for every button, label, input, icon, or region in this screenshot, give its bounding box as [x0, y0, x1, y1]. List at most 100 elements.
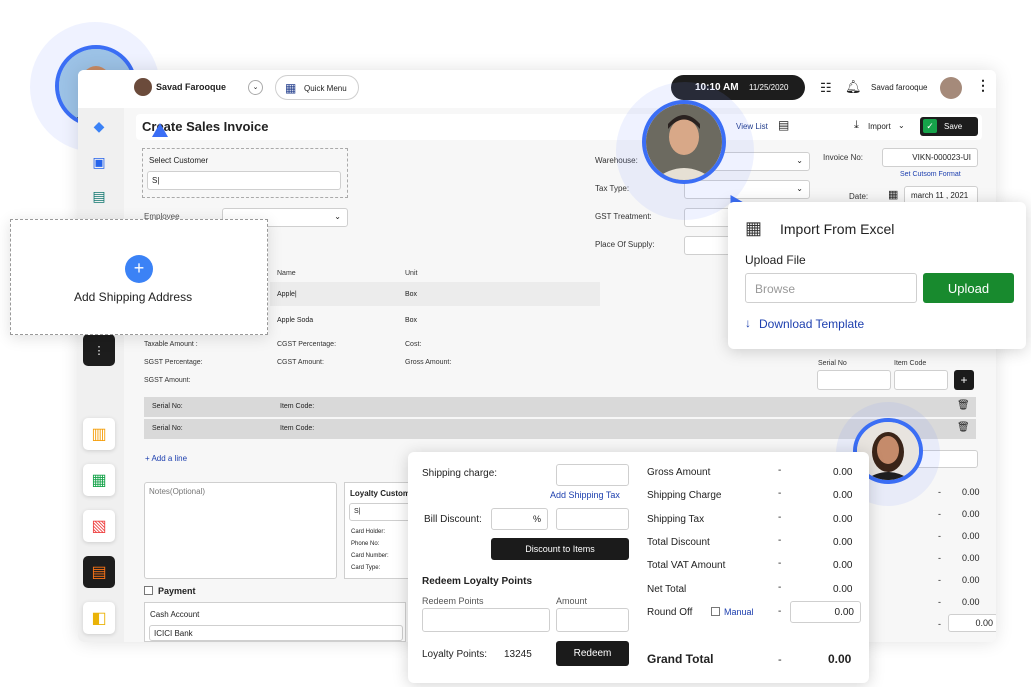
add-shipping-tax-link[interactable]: Add Shipping Tax: [550, 490, 620, 500]
sidebar-item-4[interactable]: ⋮: [83, 334, 115, 366]
add-line-link[interactable]: + Add a line: [145, 454, 187, 463]
app-icon: ◆: [93, 117, 105, 134]
invoice-no-value: VIKN-000023-UI: [912, 153, 971, 162]
sidebar-item-8[interactable]: ▤: [83, 556, 115, 588]
select-customer-label: Select Customer: [149, 156, 209, 165]
select-customer-box: Select Customer S|: [142, 148, 348, 198]
payment-checkbox[interactable]: [144, 586, 153, 595]
manual-checkbox[interactable]: [711, 607, 720, 616]
total-dash: -: [778, 558, 782, 569]
user-avatar[interactable]: [134, 78, 152, 96]
round-off-input[interactable]: 0.00: [790, 601, 861, 623]
grand-total-value: 0.00: [828, 652, 852, 666]
serial-row[interactable]: Serial No: Item Code: 🗑︎: [144, 397, 976, 417]
sgst-percentage-label: SGST Percentage:: [144, 359, 203, 366]
add-serial-button[interactable]: +: [954, 370, 974, 390]
total-dash: -: [778, 582, 782, 593]
upload-file-label: Upload File: [745, 253, 806, 267]
item-code-input[interactable]: [894, 370, 948, 390]
right-user-avatar[interactable]: [940, 77, 962, 99]
cash-account-label: Cash Account: [150, 610, 200, 619]
trash-icon[interactable]: 🗑︎: [957, 400, 970, 411]
place-of-supply-select[interactable]: [684, 236, 734, 255]
serial-no-input[interactable]: [817, 370, 891, 390]
grid-icon: ▦: [285, 81, 297, 95]
quick-menu-button[interactable]: ▦ Quick Menu: [275, 75, 359, 100]
more-vertical-icon[interactable]: ⋮: [976, 77, 990, 94]
user-name: Savad Farooque: [156, 82, 227, 92]
add-shipping-address-label: Add Shipping Address: [74, 290, 193, 304]
bill-discount-amount-input[interactable]: [556, 508, 629, 530]
save-label: Save: [944, 122, 963, 131]
sidebar-item-3[interactable]: ▤: [83, 180, 115, 212]
total-value: 0.00: [833, 490, 853, 501]
serial-row-label: Serial No:: [152, 403, 183, 410]
trash-icon[interactable]: 🗑︎: [957, 422, 970, 433]
redeem-amount-input[interactable]: [556, 608, 629, 632]
sidebar-item-5[interactable]: ▥: [83, 418, 115, 450]
card-type-label: Card Type:: [351, 565, 381, 571]
bill-discount-percent-input[interactable]: %: [491, 508, 548, 530]
serial-no-label: Serial No: [818, 360, 847, 367]
sidebar-item-2[interactable]: ▣: [83, 146, 115, 178]
loyalty-input-value: S|: [354, 508, 361, 515]
shipping-charge-input[interactable]: [556, 464, 629, 486]
discount-to-items-button[interactable]: Discount to Items: [491, 538, 629, 560]
tax-type-label: Tax Type:: [595, 184, 630, 193]
loyalty-points-label: Loyalty Points:: [422, 649, 488, 660]
loyalty-customer-box: Loyalty Customer S| Card Holder: Phone N…: [344, 482, 419, 579]
custom-format-link[interactable]: Set Cutsom Format: [900, 171, 961, 178]
back-round-input[interactable]: 0.00: [948, 614, 996, 632]
sidebar-item-9[interactable]: ◧: [83, 602, 115, 634]
download-template-link[interactable]: Download Template: [759, 317, 864, 331]
upload-button[interactable]: Upload: [923, 273, 1014, 303]
total-value: 0.00: [833, 584, 853, 595]
redeem-points-input[interactable]: [422, 608, 550, 632]
browse-input[interactable]: Browse: [745, 273, 917, 303]
add-circle-icon[interactable]: +: [125, 255, 153, 283]
bank-select[interactable]: ICICI Bank: [149, 625, 403, 641]
cash-account-box: Cash Account ICICI Bank: [144, 602, 406, 642]
back-dash: -: [938, 597, 941, 607]
item-code-row-label: Item Code:: [280, 403, 315, 410]
total-row: Shipping Tax: [647, 514, 705, 525]
notes-textarea[interactable]: Notes(Optional): [144, 482, 337, 579]
save-button[interactable]: ✓ Save: [920, 117, 978, 136]
sidebar-item-1[interactable]: ◆: [83, 110, 115, 142]
bank-value: ICICI Bank: [154, 629, 193, 638]
import-chevron-icon[interactable]: ⌄: [898, 121, 905, 130]
invoice-no-input[interactable]: VIKN-000023-UI: [882, 148, 978, 167]
round-off-value: 0.00: [834, 607, 854, 618]
shipping-address-card[interactable]: + Add Shipping Address: [10, 219, 268, 335]
message-icon[interactable]: ☷: [820, 80, 832, 96]
download-arrow-icon[interactable]: ↓: [745, 316, 751, 330]
grand-total-dash: -: [778, 654, 782, 666]
table-row[interactable]: Apple Soda Box: [270, 308, 600, 332]
back-value: 0.00: [962, 575, 980, 585]
list-view-icon[interactable]: ▤: [778, 118, 789, 132]
excel-icon: ▦: [745, 218, 763, 238]
pointer-triangle: [152, 123, 168, 137]
back-value: 0.00: [962, 553, 980, 563]
redeem-button[interactable]: Redeem: [556, 641, 629, 666]
date-value: march 11 , 2021: [911, 191, 969, 200]
clock-date: 11/25/2020: [749, 83, 789, 92]
import-button[interactable]: Import: [868, 122, 891, 131]
round-off-label: Round Off: [647, 607, 693, 618]
chevron-down-icon: ⌄: [796, 156, 803, 165]
serial-row-label: Serial No:: [152, 425, 183, 432]
customer-input-value: S|: [152, 176, 160, 185]
customer-input[interactable]: S|: [147, 171, 341, 190]
card-holder-label: Card Holder:: [351, 529, 386, 535]
calendar-icon[interactable]: ▦: [888, 188, 898, 201]
chevron-down-icon: ⌄: [796, 184, 803, 193]
cost-label: Cost:: [405, 341, 422, 348]
box-icon: ▧: [91, 518, 107, 535]
bell-icon[interactable]: 🔔︎: [845, 79, 862, 95]
sidebar-item-7[interactable]: ▧: [83, 510, 115, 542]
sidebar-item-6[interactable]: ▦: [83, 464, 115, 496]
table-row[interactable]: Apple| Box: [270, 282, 600, 306]
taxable-amount-label: Taxable Amount :: [144, 341, 198, 348]
chevron-down-icon[interactable]: ⌄: [248, 80, 263, 95]
row-name: Apple|: [277, 291, 297, 298]
